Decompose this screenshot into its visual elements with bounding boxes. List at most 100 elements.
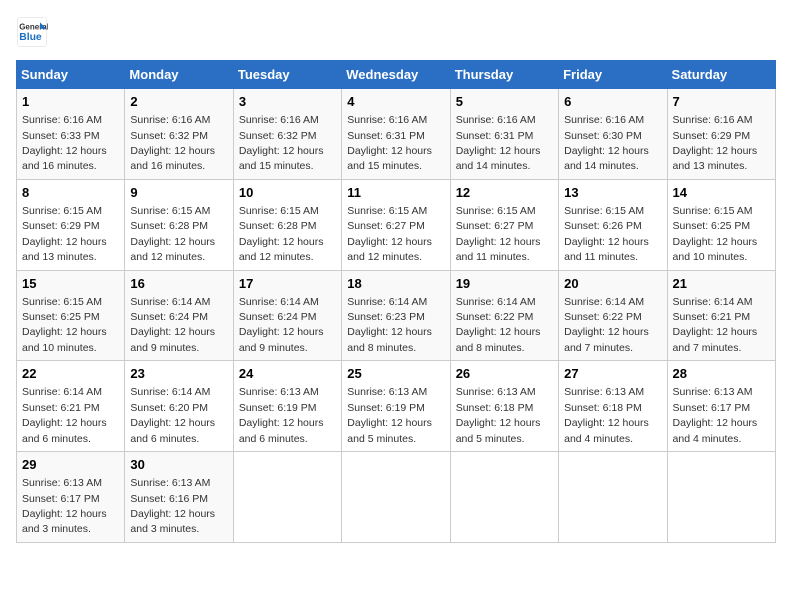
day-detail: Sunrise: 6:13 AMSunset: 6:18 PMDaylight:… <box>456 386 541 444</box>
day-detail: Sunrise: 6:13 AMSunset: 6:17 PMDaylight:… <box>22 477 107 535</box>
day-number: 15 <box>22 275 119 293</box>
calendar-cell: 9 Sunrise: 6:15 AMSunset: 6:28 PMDaylight… <box>125 179 233 270</box>
calendar-cell: 21 Sunrise: 6:14 AMSunset: 6:21 PMDayligh… <box>667 270 775 361</box>
day-detail: Sunrise: 6:16 AMSunset: 6:32 PMDaylight:… <box>239 114 324 172</box>
calendar-cell: 2 Sunrise: 6:16 AMSunset: 6:32 PMDaylight… <box>125 89 233 180</box>
calendar-cell <box>342 452 450 543</box>
day-detail: Sunrise: 6:13 AMSunset: 6:19 PMDaylight:… <box>239 386 324 444</box>
day-number: 4 <box>347 93 444 111</box>
calendar-cell: 13 Sunrise: 6:15 AMSunset: 6:26 PMDayligh… <box>559 179 667 270</box>
calendar-cell: 1 Sunrise: 6:16 AMSunset: 6:33 PMDaylight… <box>17 89 125 180</box>
calendar-week-row: 29 Sunrise: 6:13 AMSunset: 6:17 PMDayligh… <box>17 452 776 543</box>
day-number: 25 <box>347 365 444 383</box>
svg-text:Blue: Blue <box>19 32 42 43</box>
day-detail: Sunrise: 6:13 AMSunset: 6:18 PMDaylight:… <box>564 386 649 444</box>
calendar-cell: 20 Sunrise: 6:14 AMSunset: 6:22 PMDayligh… <box>559 270 667 361</box>
weekday-header: Thursday <box>450 61 558 89</box>
calendar-cell: 23Sunrise: 6:14 AMSunset: 6:20 PMDayligh… <box>125 361 233 452</box>
calendar-cell: 25 Sunrise: 6:13 AMSunset: 6:19 PMDayligh… <box>342 361 450 452</box>
day-number: 20 <box>564 275 661 293</box>
day-number: 18 <box>347 275 444 293</box>
calendar-cell: 29 Sunrise: 6:13 AMSunset: 6:17 PMDayligh… <box>17 452 125 543</box>
day-number: 9 <box>130 184 227 202</box>
calendar-cell: 19 Sunrise: 6:14 AMSunset: 6:22 PMDayligh… <box>450 270 558 361</box>
weekday-header: Friday <box>559 61 667 89</box>
calendar-cell: 11 Sunrise: 6:15 AMSunset: 6:27 PMDayligh… <box>342 179 450 270</box>
day-number: 24 <box>239 365 336 383</box>
calendar-cell: 22 Sunrise: 6:14 AMSunset: 6:21 PMDayligh… <box>17 361 125 452</box>
day-number: 2 <box>130 93 227 111</box>
calendar-cell: 15 Sunrise: 6:15 AMSunset: 6:25 PMDayligh… <box>17 270 125 361</box>
day-number: 5 <box>456 93 553 111</box>
day-number: 3 <box>239 93 336 111</box>
day-detail: Sunrise: 6:14 AMSunset: 6:21 PMDaylight:… <box>22 386 107 444</box>
day-number: 17 <box>239 275 336 293</box>
day-detail: Sunrise: 6:14 AMSunset: 6:21 PMDaylight:… <box>673 296 758 354</box>
day-number: 19 <box>456 275 553 293</box>
calendar-cell: 6Sunrise: 6:16 AMSunset: 6:30 PMDaylight… <box>559 89 667 180</box>
calendar-cell: 24 Sunrise: 6:13 AMSunset: 6:19 PMDayligh… <box>233 361 341 452</box>
calendar-cell: 4Sunrise: 6:16 AMSunset: 6:31 PMDaylight… <box>342 89 450 180</box>
calendar-cell: 5 Sunrise: 6:16 AMSunset: 6:31 PMDaylight… <box>450 89 558 180</box>
calendar-week-row: 15 Sunrise: 6:15 AMSunset: 6:25 PMDayligh… <box>17 270 776 361</box>
calendar-cell: 28 Sunrise: 6:13 AMSunset: 6:17 PMDayligh… <box>667 361 775 452</box>
day-number: 23 <box>130 365 227 383</box>
day-detail: Sunrise: 6:13 AMSunset: 6:19 PMDaylight:… <box>347 386 432 444</box>
day-detail: Sunrise: 6:14 AMSunset: 6:24 PMDaylight:… <box>239 296 324 354</box>
calendar-cell: 12 Sunrise: 6:15 AMSunset: 6:27 PMDayligh… <box>450 179 558 270</box>
weekday-header: Monday <box>125 61 233 89</box>
calendar-cell: 26 Sunrise: 6:13 AMSunset: 6:18 PMDayligh… <box>450 361 558 452</box>
day-detail: Sunrise: 6:16 AMSunset: 6:31 PMDaylight:… <box>456 114 541 172</box>
day-detail: Sunrise: 6:16 AMSunset: 6:32 PMDaylight:… <box>130 114 215 172</box>
day-number: 28 <box>673 365 770 383</box>
day-number: 16 <box>130 275 227 293</box>
day-number: 8 <box>22 184 119 202</box>
day-number: 26 <box>456 365 553 383</box>
day-detail: Sunrise: 6:13 AMSunset: 6:17 PMDaylight:… <box>673 386 758 444</box>
calendar-cell: 14 Sunrise: 6:15 AMSunset: 6:25 PMDayligh… <box>667 179 775 270</box>
day-detail: Sunrise: 6:15 AMSunset: 6:26 PMDaylight:… <box>564 205 649 263</box>
calendar-cell: 8Sunrise: 6:15 AMSunset: 6:29 PMDaylight… <box>17 179 125 270</box>
day-detail: Sunrise: 6:15 AMSunset: 6:27 PMDaylight:… <box>347 205 432 263</box>
day-number: 1 <box>22 93 119 111</box>
calendar-cell <box>559 452 667 543</box>
weekday-header: Sunday <box>17 61 125 89</box>
day-detail: Sunrise: 6:14 AMSunset: 6:22 PMDaylight:… <box>456 296 541 354</box>
day-detail: Sunrise: 6:15 AMSunset: 6:25 PMDaylight:… <box>22 296 107 354</box>
day-number: 21 <box>673 275 770 293</box>
calendar-cell: 18Sunrise: 6:14 AMSunset: 6:23 PMDayligh… <box>342 270 450 361</box>
calendar-cell: 30Sunrise: 6:13 AMSunset: 6:16 PMDayligh… <box>125 452 233 543</box>
calendar-table: SundayMondayTuesdayWednesdayThursdayFrid… <box>16 60 776 543</box>
calendar-header: SundayMondayTuesdayWednesdayThursdayFrid… <box>17 61 776 89</box>
calendar-cell <box>233 452 341 543</box>
day-detail: Sunrise: 6:15 AMSunset: 6:28 PMDaylight:… <box>239 205 324 263</box>
calendar-cell: 16 Sunrise: 6:14 AMSunset: 6:24 PMDayligh… <box>125 270 233 361</box>
day-number: 6 <box>564 93 661 111</box>
calendar-cell <box>667 452 775 543</box>
calendar-cell: 10Sunrise: 6:15 AMSunset: 6:28 PMDayligh… <box>233 179 341 270</box>
day-number: 14 <box>673 184 770 202</box>
day-number: 12 <box>456 184 553 202</box>
calendar-cell: 27 Sunrise: 6:13 AMSunset: 6:18 PMDayligh… <box>559 361 667 452</box>
page-header: General Blue <box>16 16 776 48</box>
calendar-week-row: 1 Sunrise: 6:16 AMSunset: 6:33 PMDaylight… <box>17 89 776 180</box>
day-number: 13 <box>564 184 661 202</box>
day-detail: Sunrise: 6:15 AMSunset: 6:27 PMDaylight:… <box>456 205 541 263</box>
day-detail: Sunrise: 6:15 AMSunset: 6:25 PMDaylight:… <box>673 205 758 263</box>
day-number: 7 <box>673 93 770 111</box>
day-detail: Sunrise: 6:14 AMSunset: 6:22 PMDaylight:… <box>564 296 649 354</box>
day-detail: Sunrise: 6:14 AMSunset: 6:24 PMDaylight:… <box>130 296 215 354</box>
calendar-cell: 17 Sunrise: 6:14 AMSunset: 6:24 PMDayligh… <box>233 270 341 361</box>
day-number: 29 <box>22 456 119 474</box>
calendar-week-row: 8Sunrise: 6:15 AMSunset: 6:29 PMDaylight… <box>17 179 776 270</box>
day-number: 22 <box>22 365 119 383</box>
calendar-week-row: 22 Sunrise: 6:14 AMSunset: 6:21 PMDayligh… <box>17 361 776 452</box>
day-number: 27 <box>564 365 661 383</box>
day-detail: Sunrise: 6:16 AMSunset: 6:29 PMDaylight:… <box>673 114 758 172</box>
logo: General Blue <box>16 16 48 48</box>
day-detail: Sunrise: 6:15 AMSunset: 6:28 PMDaylight:… <box>130 205 215 263</box>
day-detail: Sunrise: 6:16 AMSunset: 6:33 PMDaylight:… <box>22 114 107 172</box>
day-number: 30 <box>130 456 227 474</box>
calendar-cell: 3 Sunrise: 6:16 AMSunset: 6:32 PMDaylight… <box>233 89 341 180</box>
day-number: 11 <box>347 184 444 202</box>
